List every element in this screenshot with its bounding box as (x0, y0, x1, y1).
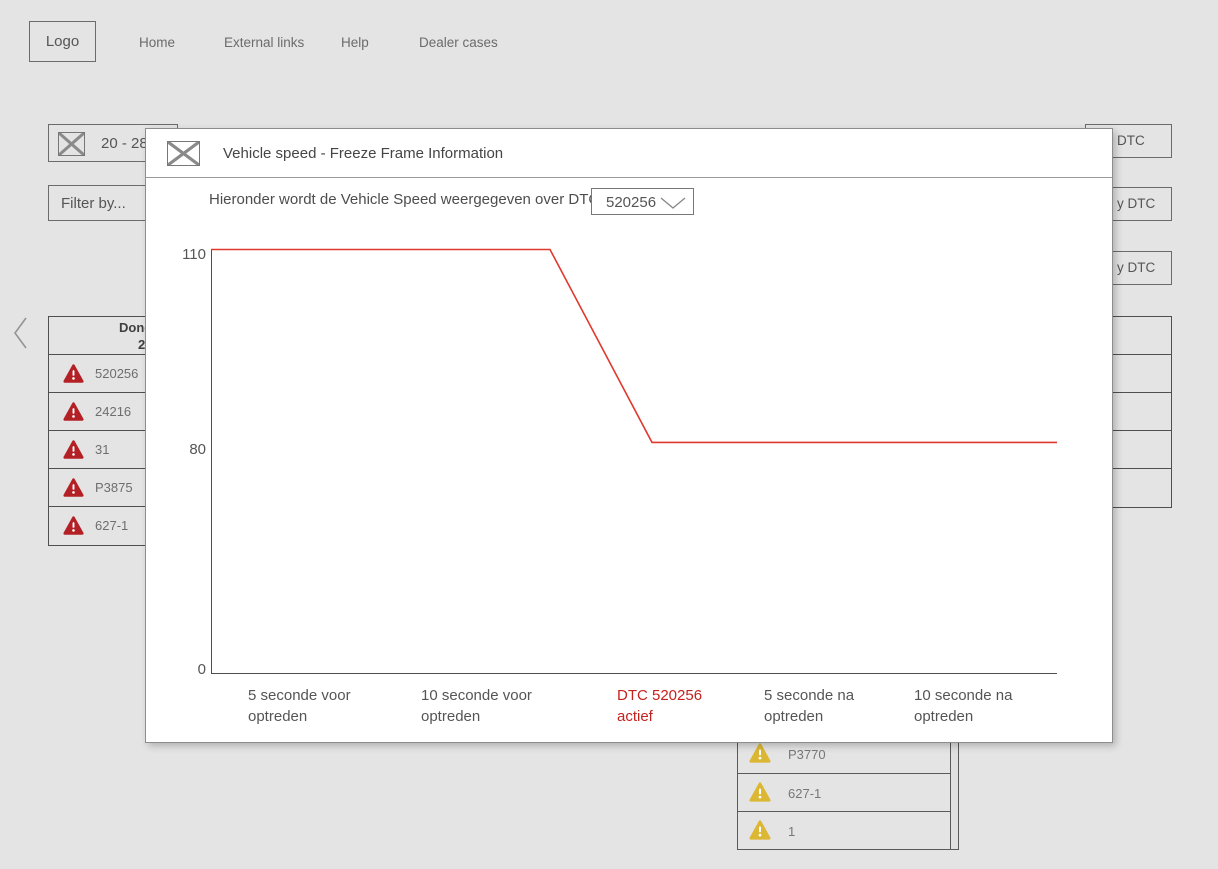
chevron-left-icon[interactable] (12, 316, 30, 350)
table-row[interactable]: 627-1 (738, 774, 950, 813)
x-tick-10s-after: 10 seconde na optreden (914, 685, 1039, 727)
logo-label: Logo (46, 33, 79, 50)
y-tick-110: 110 (164, 246, 206, 263)
warning-rows: P3770 627-1 1 (738, 735, 951, 849)
dtc-dropdown[interactable]: 520256 (591, 188, 694, 215)
warning-triangle-icon (749, 819, 771, 841)
y-tick-0: 0 (164, 661, 206, 678)
dtc-dropdown-value: 520256 (606, 194, 656, 211)
dtc-button-label: y DTC (1117, 260, 1155, 275)
nav-item-home[interactable]: Home (139, 35, 175, 50)
dtc-code: P3875 (95, 480, 133, 495)
filter-by-label: Filter by... (61, 195, 126, 212)
chevron-down-icon (660, 197, 686, 209)
dtc-button-label: y DTC (1117, 196, 1155, 211)
nav-item-dealer-cases[interactable]: Dealer cases (419, 35, 498, 50)
image-placeholder-icon (58, 132, 85, 156)
dtc-code: 1 (788, 824, 795, 839)
vehicle-speed-chart (146, 129, 1114, 744)
app-canvas: Logo Home External links Help Dealer cas… (0, 0, 1218, 869)
x-tick-10s-before: 10 seconde voor optreden (421, 685, 546, 727)
freeze-frame-modal: Vehicle speed - Freeze Frame Information… (145, 128, 1113, 743)
dtc-button-label: DTC (1117, 133, 1145, 148)
warning-triangle-icon (63, 515, 84, 536)
dtc-code: 24216 (95, 404, 131, 419)
logo-box[interactable]: Logo (29, 21, 96, 62)
warning-triangle-icon (63, 401, 84, 422)
modal-title: Vehicle speed - Freeze Frame Information (223, 145, 503, 162)
nav-item-external-links[interactable]: External links (224, 35, 304, 50)
warning-triangle-icon (749, 781, 771, 803)
x-tick-5s-before: 5 seconde voor optreden (248, 685, 373, 727)
dtc-warning-table: P3770 627-1 1 (737, 734, 959, 850)
dtc-code: 627-1 (788, 786, 821, 801)
dtc-code: 520256 (95, 366, 138, 381)
warning-triangle-icon (749, 742, 771, 764)
x-tick-dtc-active: DTC 520256 actief (617, 685, 742, 727)
modal-description: Hieronder wordt de Vehicle Speed weergeg… (209, 191, 603, 208)
table-row[interactable]: 1 (738, 812, 950, 851)
dtc-code: P3770 (788, 747, 826, 762)
dtc-code: 627-1 (95, 518, 128, 533)
date-range-label: 20 - 28 (101, 135, 148, 152)
close-icon[interactable] (167, 141, 200, 166)
dtc-code: 31 (95, 442, 109, 457)
x-tick-5s-after: 5 seconde na optreden (764, 685, 889, 727)
speed-line (211, 250, 1057, 443)
y-tick-80: 80 (164, 441, 206, 458)
warning-triangle-icon (63, 363, 84, 384)
scrollbar[interactable] (951, 735, 958, 849)
modal-titlebar: Vehicle speed - Freeze Frame Information (146, 129, 1112, 178)
warning-triangle-icon (63, 477, 84, 498)
warning-triangle-icon (63, 439, 84, 460)
nav-item-help[interactable]: Help (341, 35, 369, 50)
